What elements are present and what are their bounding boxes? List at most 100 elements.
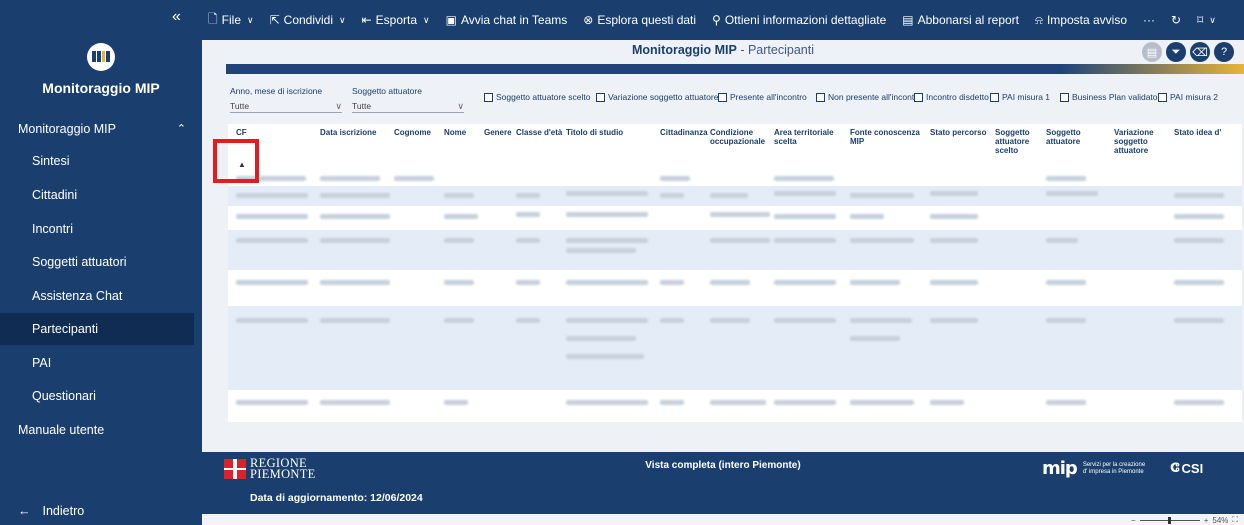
sidebar-item-soggetti-attuatori[interactable]: Soggetti attuatori [0,246,194,278]
column-header-area[interactable]: Area territoriale scelta [774,128,842,146]
table-row[interactable] [228,390,1242,418]
chevron-down-icon: ∨ [247,14,254,25]
export-icon: ⇤ [361,13,372,27]
checkbox-box[interactable] [990,92,999,102]
column-header-variazione[interactable]: Variazione soggetto attuatore [1114,128,1168,155]
update-date: Data di aggiornamento: 12/06/2024 [250,492,423,504]
sidebar-item-pai[interactable]: PAI [0,347,194,379]
filter-label: Anno, mese di iscrizione [230,86,323,96]
back-button[interactable]: ← Indietro [18,504,84,518]
sidebar-item-partecipanti[interactable]: Partecipanti [0,313,194,345]
checkbox-label: Presente all'incontro [730,92,807,102]
column-header-data-iscrizione[interactable]: Data iscrizione [320,128,390,137]
table-row[interactable] [228,174,1242,184]
sidebar-item-label: Cittadini [32,188,78,202]
checkbox-box[interactable] [1158,92,1167,102]
zoom-control[interactable]: − + 54% ⛶ [1131,515,1238,525]
checkbox-pai-2[interactable]: PAI misura 2 [1158,92,1218,102]
teams-chat-button[interactable]: ▣ Avvia chat in Teams [446,13,568,27]
help-icon[interactable]: ? [1214,42,1234,62]
lightbulb-icon: ⚲ [712,13,721,27]
alert-button[interactable]: ⍾ Imposta avviso [1035,13,1127,28]
report-canvas: Monitoraggio MIP - Partecipanti ▤ ⏷ ⌫ ? … [202,40,1244,452]
filter-icon[interactable]: ⏷ [1166,42,1186,62]
column-header-fonte[interactable]: Fonte conoscenza MIP [850,128,920,146]
toolbar-label: Imposta avviso [1046,13,1127,27]
checkbox-box[interactable] [914,92,923,102]
sidebar-item-manuale-utente[interactable]: Manuale utente [0,414,194,446]
anno-select[interactable]: Tutte ∨ [230,101,342,113]
toolbar-label: Abbonarsi al report [917,13,1019,27]
column-header-soggetto[interactable]: Soggetto attuatore [1046,128,1098,146]
column-header-cognome[interactable]: Cognome [394,128,438,137]
checkbox-box[interactable] [1060,92,1069,102]
column-header-cittadinanza[interactable]: Cittadinanza [660,128,710,137]
share-icon: ⇱ [269,13,280,27]
share-menu-button[interactable]: ⇱ Condividi ∨ [270,13,346,27]
sidebar-item-label: Sintesi [32,154,70,168]
table-row[interactable] [228,270,1242,306]
checkbox-business-plan[interactable]: Business Plan validato [1060,92,1158,102]
checkbox-pai-1[interactable]: PAI misura 1 [990,92,1050,102]
csi-logo: ⵛ CSI [1170,460,1203,476]
sidebar-item-cittadini[interactable]: Cittadini [0,179,194,211]
zoom-slider[interactable] [1139,516,1200,524]
table-row[interactable] [228,186,1242,206]
collapse-sidebar-button[interactable]: « [172,8,181,26]
checkbox-non-presente[interactable]: Non presente all'incontro [816,92,922,102]
checkbox-box[interactable] [596,92,605,102]
table-row[interactable] [228,230,1242,270]
checkbox-disdetto[interactable]: Incontro disdetto [914,92,989,102]
checkbox-soggetto-scelto[interactable]: Soggetto attuatore scelto [484,92,591,102]
export-menu-button[interactable]: ⇤ Esporta ∨ [362,13,430,27]
zoom-in-icon[interactable]: + [1204,516,1209,525]
column-header-stato-idea[interactable]: Stato idea d' [1174,128,1240,137]
insights-button[interactable]: ⚲ Ottieni informazioni dettagliate [712,13,886,27]
column-header-condizione[interactable]: Condizione occupazionale [710,128,770,146]
report-action-buttons: ▤ ⏷ ⌫ ? [1142,42,1234,62]
fit-page-icon[interactable]: ⛶ [1232,515,1238,525]
report-toolbar: 🗋 File ∨ ⇱ Condividi ∨ ⇤ Esporta ∨ ▣ Avvia chat… [202,0,1244,40]
bookmark-button[interactable]: ⌑ ∨ [1197,13,1216,27]
eraser-icon[interactable]: ⌫ [1190,42,1210,62]
sidebar-item-incontri[interactable]: Incontri [0,213,194,245]
column-header-stato-percorso[interactable]: Stato percorso [930,128,990,137]
column-header-cf[interactable]: CF [236,128,306,137]
checkbox-box[interactable] [816,92,825,102]
toolbar-label: Avvia chat in Teams [460,13,568,27]
table-row[interactable] [228,206,1242,230]
soggetto-select[interactable]: Tutte ∨ [352,101,464,113]
checkbox-box[interactable] [484,92,493,102]
page-icon[interactable]: ▤ [1142,42,1162,62]
anno-filter[interactable]: Anno, mese di iscrizione Tutte ∨ [230,86,342,113]
column-header-soggetto-scelto[interactable]: Soggetto attuatore scelto [995,128,1037,155]
sidebar-item-assistenza-chat[interactable]: Assistenza Chat [0,280,194,312]
column-header-classe-eta[interactable]: Classe d'età [516,128,564,137]
refresh-button[interactable]: ↻ [1171,13,1181,27]
participants-table: CF Data iscrizione Cognome Nome Genere C… [228,124,1242,422]
nav-section-monitoraggio[interactable]: Monitoraggio MIP ⌃ [0,114,202,144]
soggetto-filter[interactable]: Soggetto attuatore Tutte ∨ [352,86,464,113]
app-name: Monitoraggio MIP [42,80,160,96]
more-options-button[interactable]: ··· [1143,13,1155,27]
column-header-nome[interactable]: Nome [444,128,478,137]
header-band-accent [1062,64,1244,74]
file-menu-button[interactable]: 🗋 File ∨ [208,10,254,31]
zoom-out-icon[interactable]: − [1131,516,1136,525]
title-separator: - [736,43,748,57]
subscribe-button[interactable]: ▤ Abbonarsi al report [902,13,1019,27]
sidebar-item-sintesi[interactable]: Sintesi [0,145,194,177]
checkbox-variazione-soggetto[interactable]: Variazione soggetto attuatore [596,92,718,102]
checkbox-box[interactable] [718,92,727,102]
explore-data-button[interactable]: ⊗ Esplora questi dati [583,13,696,27]
checkbox-label: PAI misura 2 [1170,92,1219,102]
table-row[interactable] [228,306,1242,390]
column-header-titolo-studio[interactable]: Titolo di studio [566,128,654,137]
sidebar-item-questionari[interactable]: Questionari [0,380,194,412]
column-header-genere[interactable]: Genere [484,128,516,137]
zoom-level: 54% [1212,515,1229,525]
chevron-down-icon: ∨ [339,14,346,25]
checkbox-presente[interactable]: Presente all'incontro [718,92,807,102]
select-value: Tutte [352,101,372,111]
zoom-knob[interactable] [1167,516,1171,524]
